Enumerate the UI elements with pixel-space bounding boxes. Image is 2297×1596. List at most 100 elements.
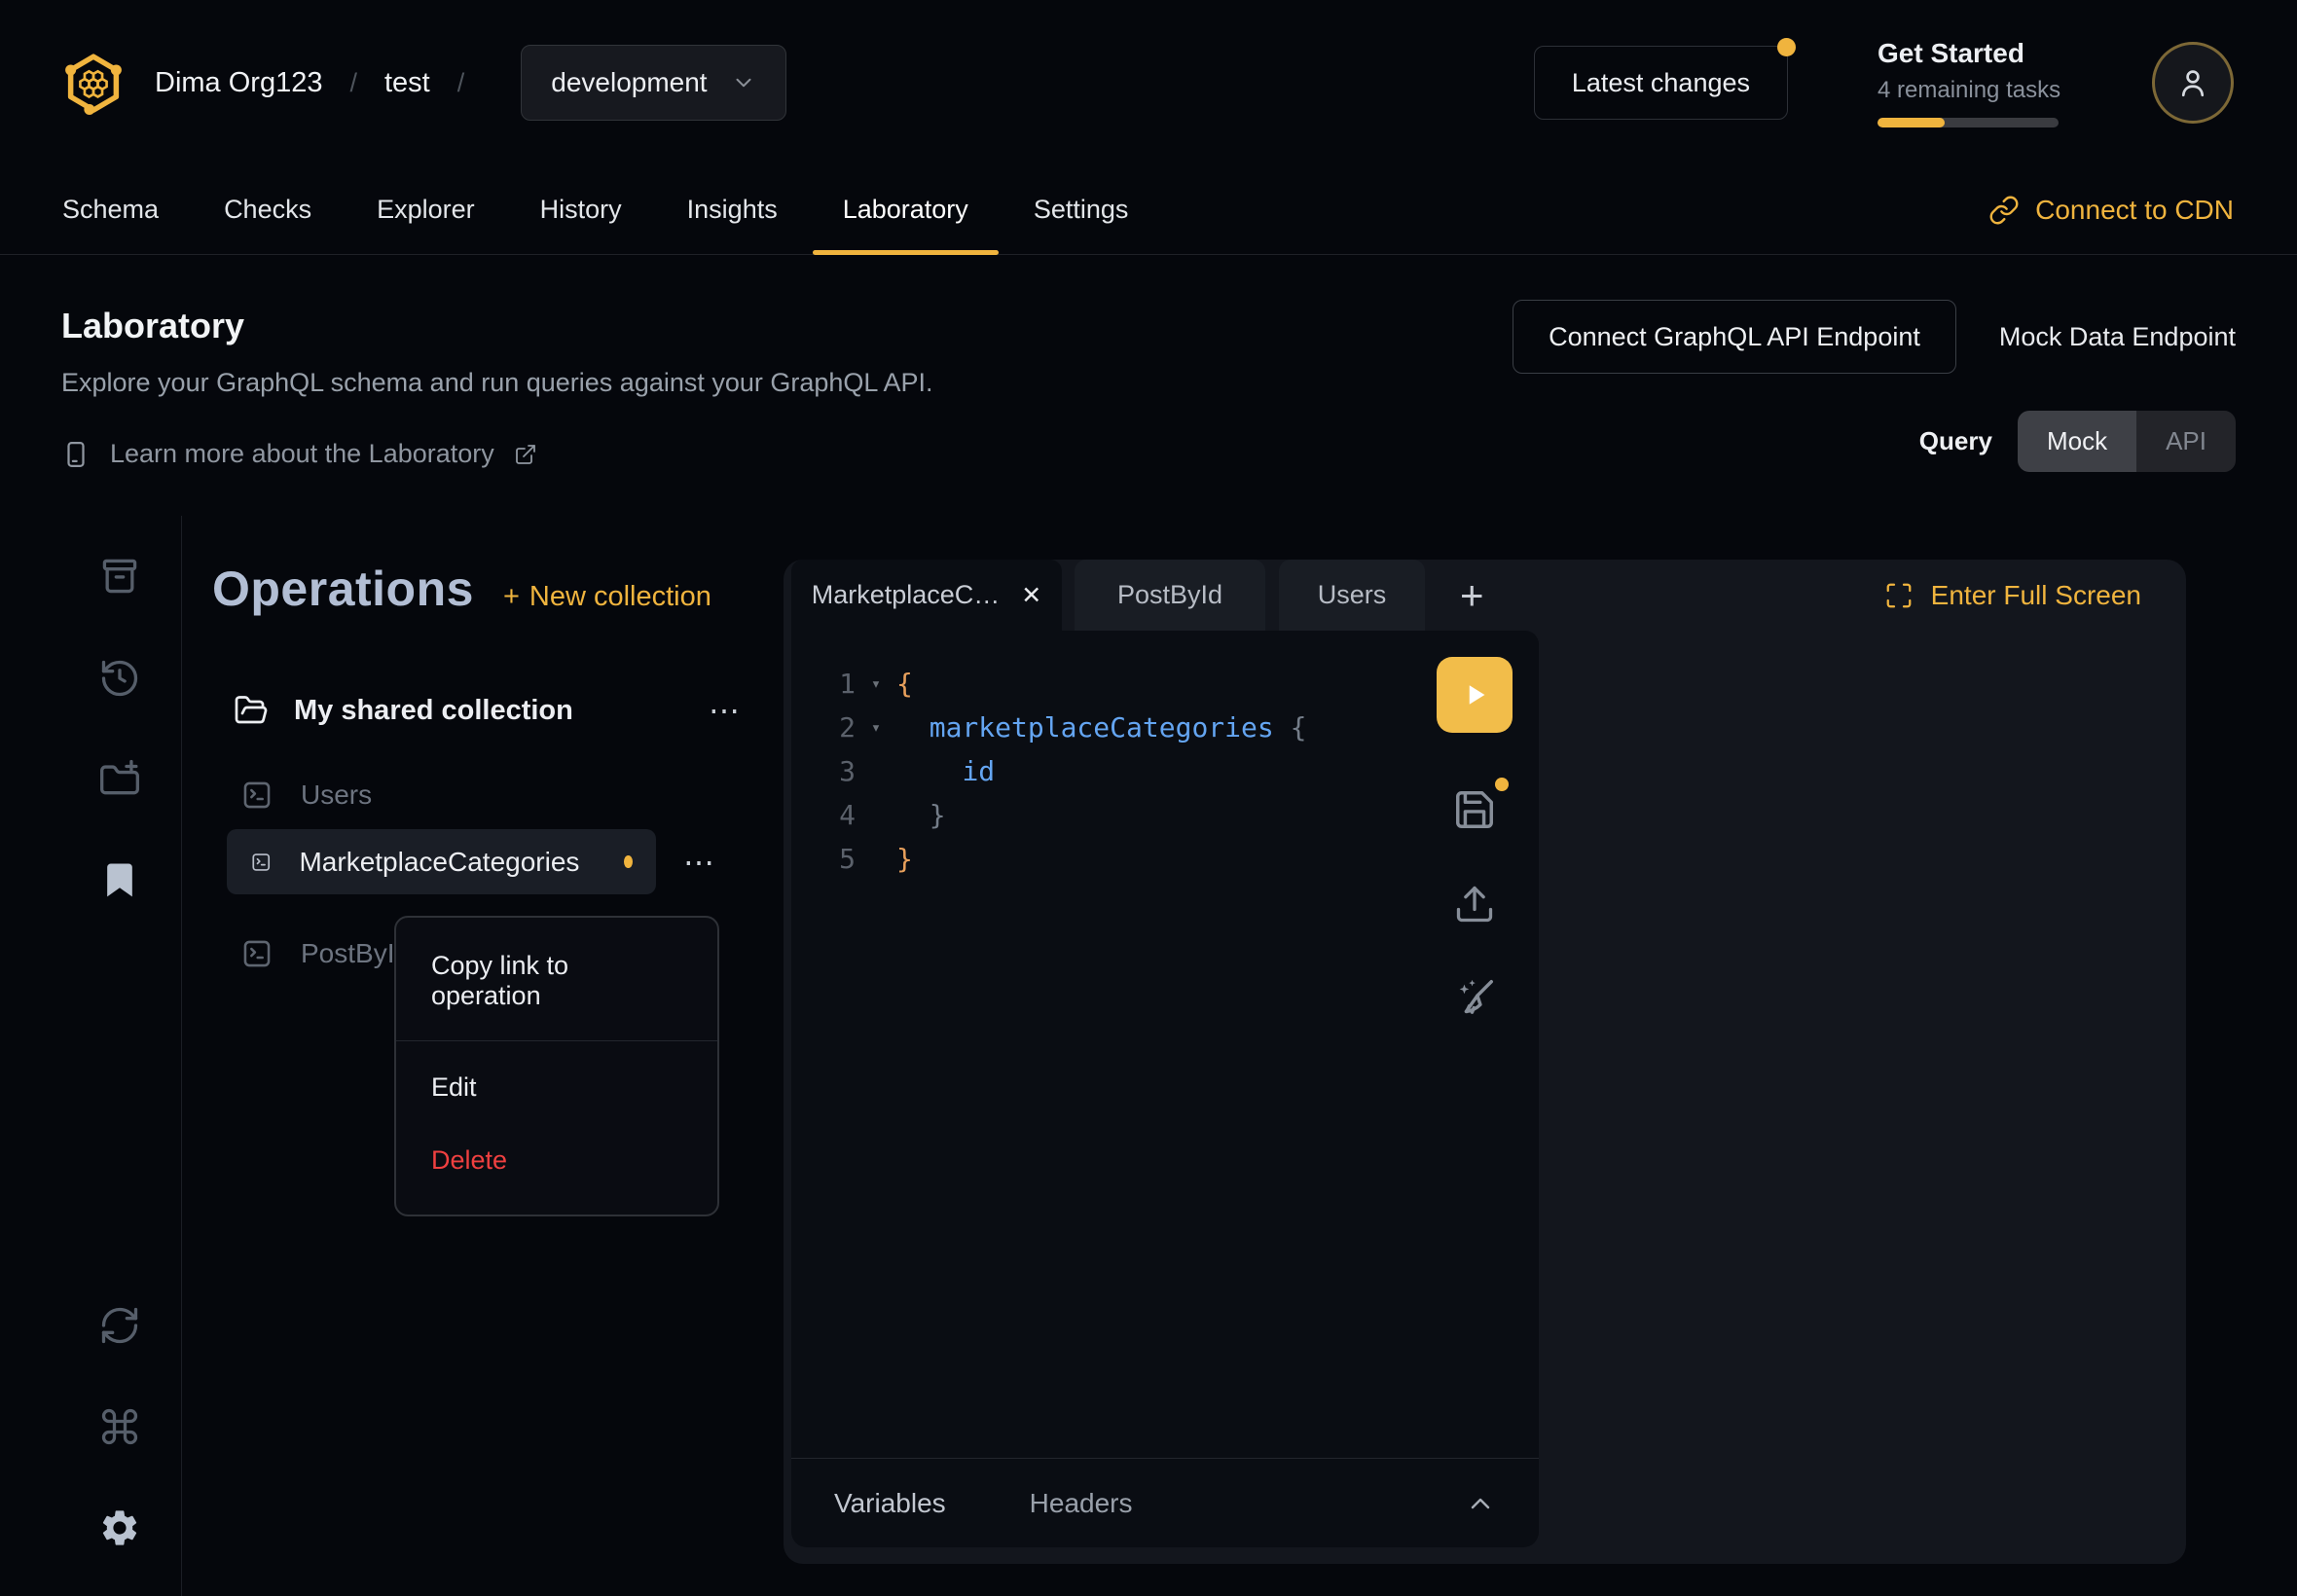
share-operation-button[interactable] [1453,883,1496,925]
code-line: 1 ▾ { [791,662,1539,706]
prettify-query-button[interactable] [1452,976,1497,1021]
person-icon [2175,65,2210,100]
get-started-progress-bar [1878,118,2059,127]
main-nav: Schema Checks Explorer History Insights … [0,165,2297,255]
external-link-icon [514,443,537,466]
command-shortcuts-icon[interactable] [98,1405,141,1448]
latest-changes-button[interactable]: Latest changes [1534,46,1788,120]
tab-settings[interactable]: Settings [1003,165,1159,254]
tab-checks[interactable]: Checks [194,165,342,254]
environment-selector-value: development [551,67,707,98]
connect-graphql-endpoint-button[interactable]: Connect GraphQL API Endpoint [1513,300,1956,374]
editor-tab-users[interactable]: Users [1279,560,1425,631]
query-editor[interactable]: 1 ▾ { 2 ▾ marketplaceCategories { 3 id 4 [791,631,1539,1547]
get-started-subtitle: 4 remaining tasks [1878,77,2062,104]
top-bar: Dima Org123 / test / development Latest … [0,0,2297,165]
settings-gear-icon[interactable] [98,1506,141,1549]
hive-logo-icon[interactable] [61,49,126,117]
side-icon-rail [0,516,182,1596]
headers-tab[interactable]: Headers [1030,1488,1133,1519]
code-line: 2 ▾ marketplaceCategories { [791,706,1539,749]
tab-explorer[interactable]: Explorer [346,165,505,254]
operations-panel: Operations + New collection My shared co… [183,516,784,1596]
line-number: 3 [791,755,856,787]
operation-item-marketplace-categories[interactable]: MarketplaceCategories [227,829,656,894]
code-line: 4 } [791,793,1539,837]
new-collection-folder-plus-icon[interactable] [98,757,141,800]
get-started-progress-fill [1878,118,1945,127]
menu-item-edit[interactable]: Edit [396,1041,717,1112]
environment-selector[interactable]: development [521,45,785,121]
broom-sparkles-icon [1452,976,1497,1021]
fold-caret-icon[interactable]: ▾ [856,674,896,694]
mock-data-endpoint-link[interactable]: Mock Data Endpoint [1999,322,2236,352]
history-icon[interactable] [98,657,141,700]
code-line: 5 } [791,837,1539,881]
get-started-title: Get Started [1878,38,2062,69]
tab-history[interactable]: History [510,165,652,254]
fold-caret-icon[interactable]: ▾ [856,718,896,738]
editor-tab-marketplace-categories[interactable]: MarketplaceC… ✕ [791,560,1062,631]
code-line: 3 id [791,749,1539,793]
query-label: Query [1919,426,1992,456]
operation-item-users[interactable]: Users [219,765,657,825]
top-bar-right: Latest changes Get Started 4 remaining t… [1534,38,2234,127]
connect-to-cdn-link[interactable]: Connect to CDN [1988,165,2234,254]
user-avatar[interactable] [2152,42,2234,124]
new-tab-button[interactable]: + [1460,572,1484,619]
unsaved-changes-dot [624,855,633,868]
save-operation-button[interactable] [1452,787,1497,832]
folder-open-icon [234,693,269,728]
collection-header[interactable]: My shared collection ⋯ [234,685,740,736]
notification-dot [1777,38,1796,56]
breadcrumb-project[interactable]: test [384,67,430,99]
operation-menu-button[interactable]: ⋯ [683,847,714,878]
close-tab-icon[interactable]: ✕ [1021,581,1041,610]
operations-title: Operations [212,561,474,617]
share-upload-icon [1453,883,1496,925]
menu-item-delete[interactable]: Delete [396,1112,717,1215]
link-icon [1988,195,2020,226]
new-collection-button[interactable]: + New collection [503,581,711,613]
chevron-up-icon[interactable] [1465,1488,1496,1519]
collections-archive-icon[interactable] [98,555,141,598]
menu-item-copy-link[interactable]: Copy link to operation [396,918,717,1040]
latest-changes-label: Latest changes [1572,68,1750,98]
collection-name: My shared collection [294,695,573,727]
editor-tab-post-by-id[interactable]: PostById [1075,560,1265,631]
code-area[interactable]: 1 ▾ { 2 ▾ marketplaceCategories { 3 id 4 [791,631,1539,881]
collection-menu-button[interactable]: ⋯ [709,695,740,726]
run-query-button[interactable] [1437,657,1513,733]
editor-actions [1437,657,1513,1021]
laboratory-editor-panel: MarketplaceC… ✕ PostById Users + Enter F… [784,560,2186,1564]
chevron-down-icon [731,70,756,95]
editor-bottom-bar: Variables Headers [791,1458,1539,1547]
get-started-widget[interactable]: Get Started 4 remaining tasks [1878,38,2062,127]
bookmark-icon[interactable] [98,858,141,901]
save-icon [1452,787,1497,832]
breadcrumb-separator: / [349,68,357,98]
book-icon [61,440,91,469]
enter-fullscreen-button[interactable]: Enter Full Screen [1884,580,2141,611]
line-number: 4 [791,799,856,831]
refresh-icon[interactable] [98,1304,141,1347]
unsaved-changes-dot [1495,778,1509,791]
tab-insights[interactable]: Insights [657,165,808,254]
plus-icon: + [503,581,520,613]
laboratory-workspace: Operations + New collection My shared co… [0,516,2297,1596]
query-mode-mock[interactable]: Mock [2018,411,2136,472]
tab-laboratory[interactable]: Laboratory [813,165,999,254]
operation-item-row: MarketplaceCategories ⋯ [227,829,784,894]
query-mode-api[interactable]: API [2136,411,2236,472]
tab-schema[interactable]: Schema [32,165,189,254]
page-header: Laboratory Explore your GraphQL schema a… [0,255,2297,516]
operation-context-menu: Copy link to operation Edit Delete [394,916,719,1216]
breadcrumb: Dima Org123 / test / development [61,45,786,121]
line-number: 5 [791,843,856,875]
fullscreen-icon [1884,581,1914,610]
breadcrumb-org[interactable]: Dima Org123 [155,67,322,99]
operation-terminal-icon [240,779,273,812]
page-header-actions: Connect GraphQL API Endpoint Mock Data E… [1513,300,2236,472]
variables-tab[interactable]: Variables [834,1488,946,1519]
breadcrumb-separator: / [457,68,465,98]
